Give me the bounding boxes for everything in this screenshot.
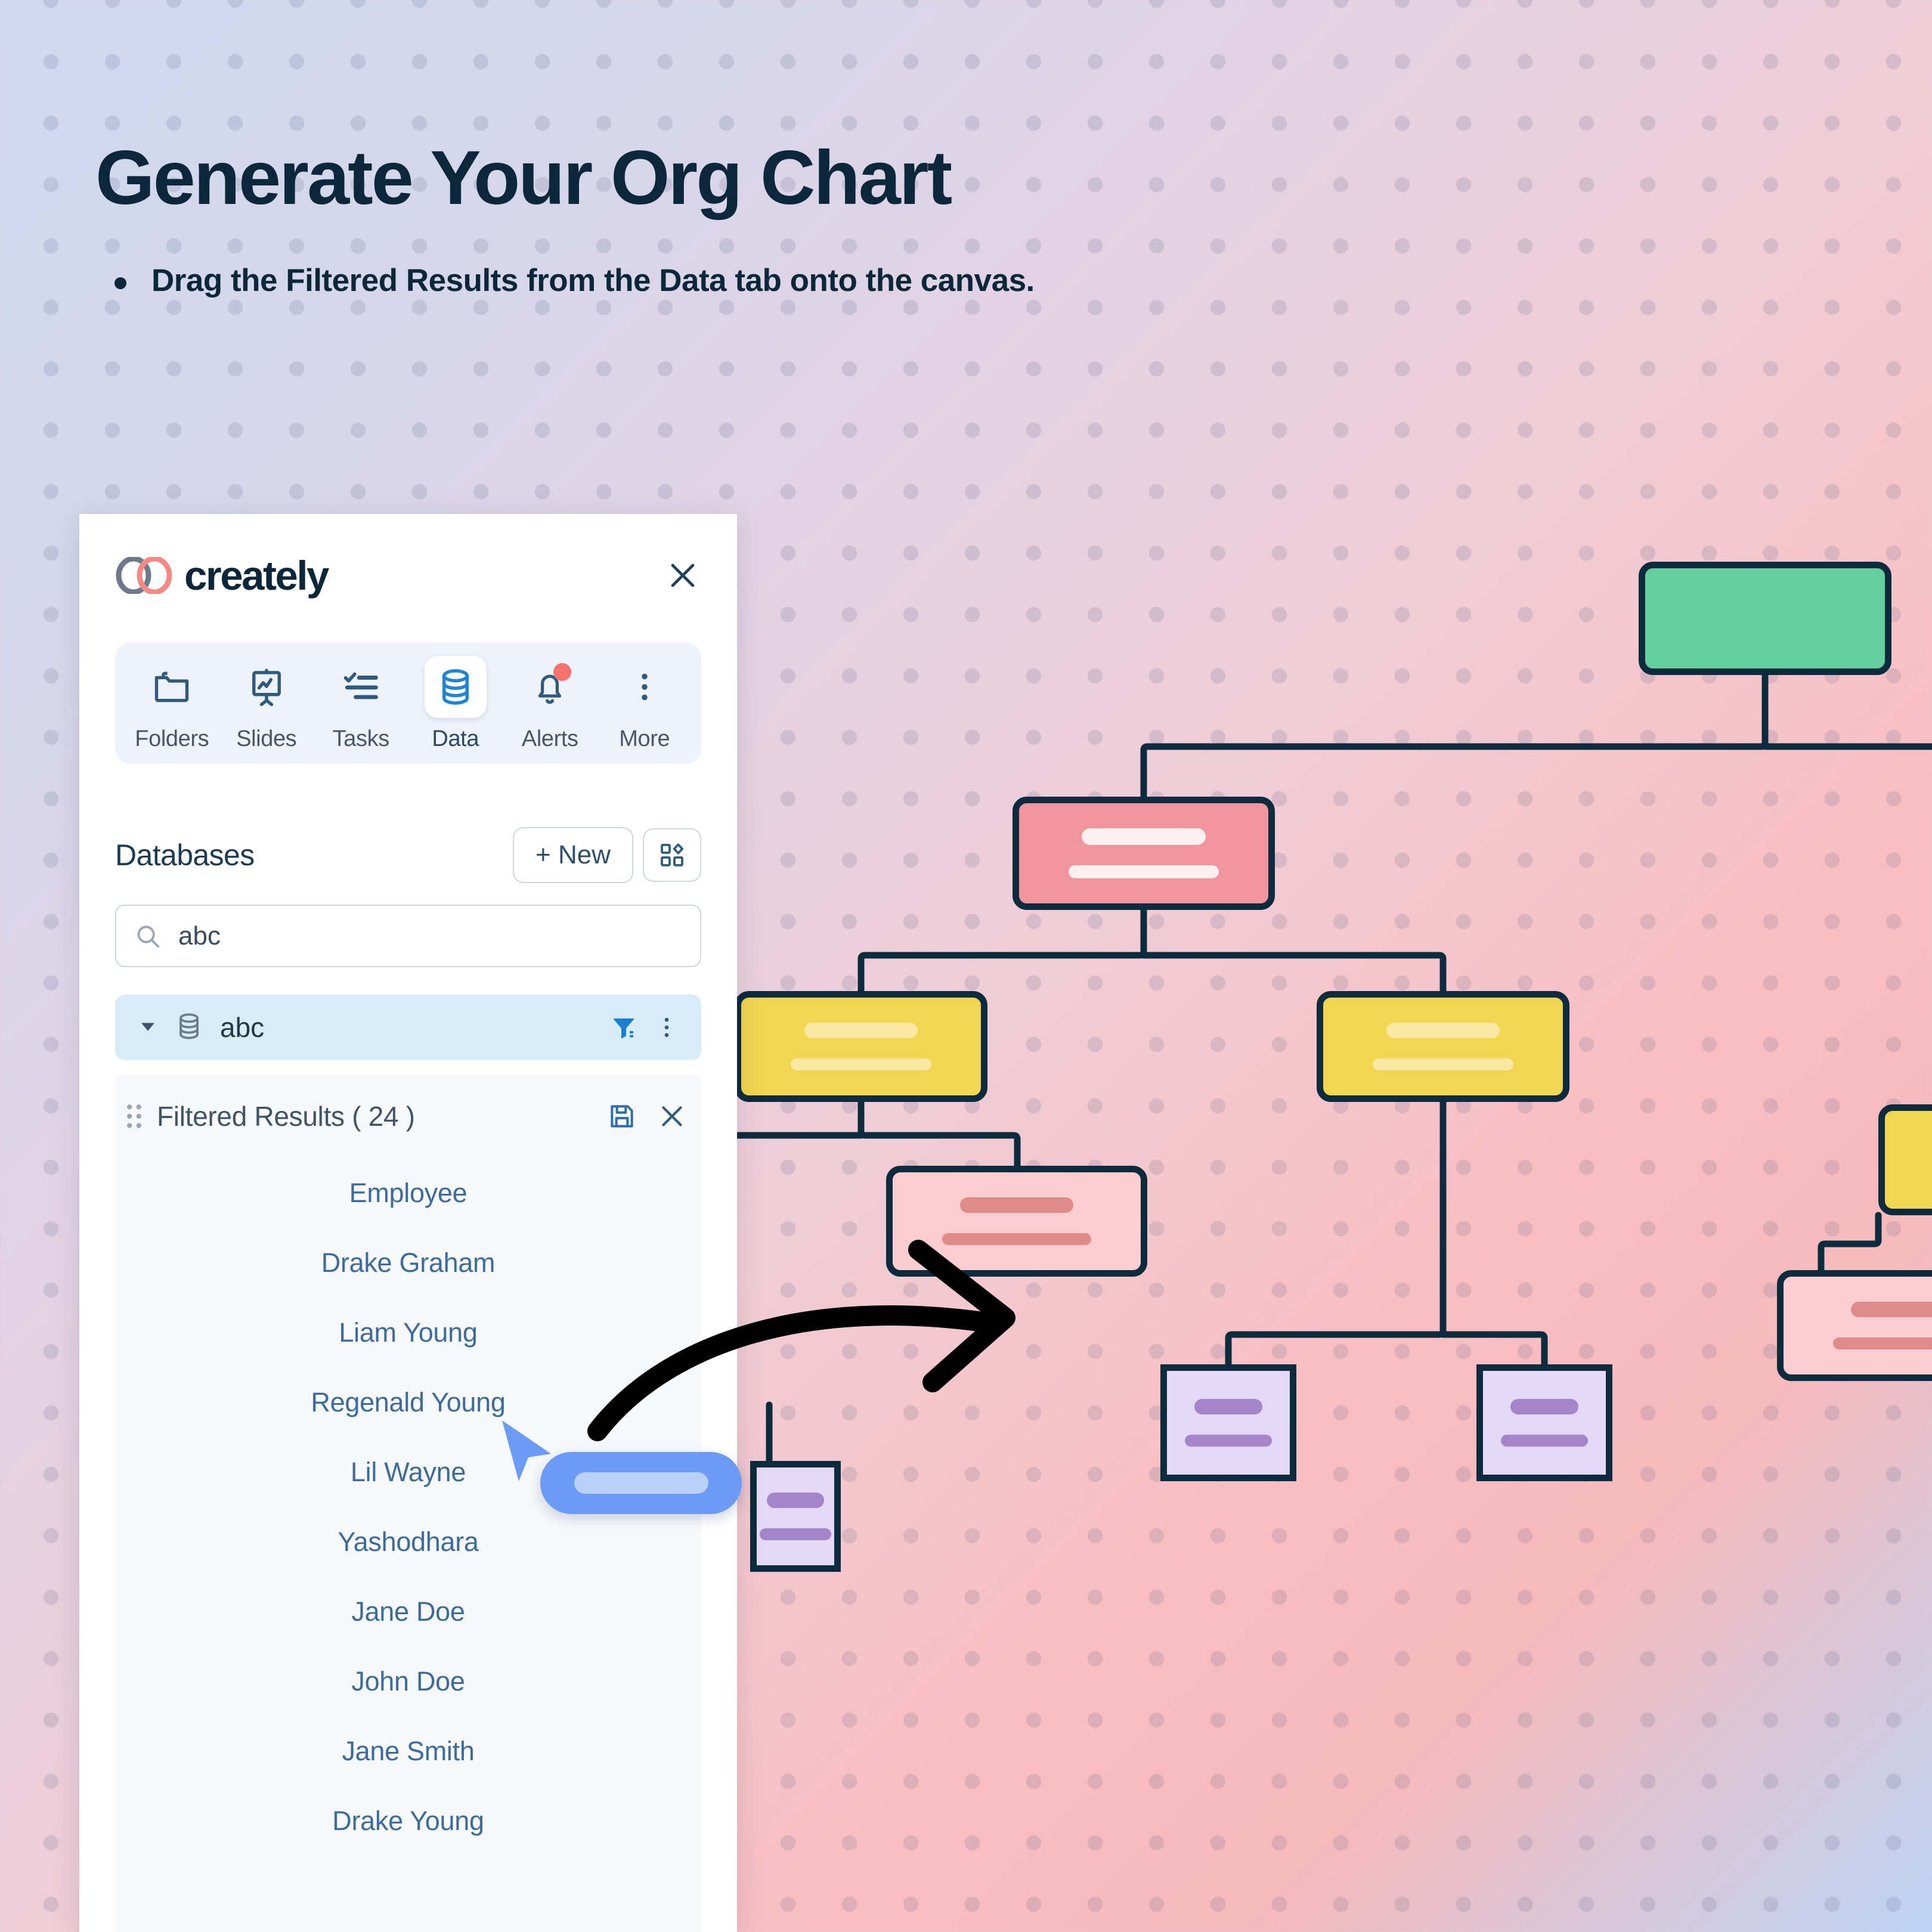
list-item[interactable]: John Doe bbox=[115, 1646, 701, 1716]
node-text-bar bbox=[767, 1493, 824, 1508]
templates-grid-button[interactable] bbox=[643, 828, 701, 882]
list-item[interactable]: Regenald Young bbox=[115, 1367, 701, 1437]
org-node[interactable] bbox=[1777, 1270, 1932, 1381]
filtered-results-list: Employee Drake Graham Liam Young Regenal… bbox=[115, 1158, 701, 1932]
node-text-bar bbox=[960, 1197, 1073, 1213]
search-value: abc bbox=[178, 921, 221, 950]
tab-label: Tasks bbox=[332, 726, 390, 751]
org-node[interactable] bbox=[750, 1461, 841, 1572]
node-text-bar bbox=[1069, 865, 1219, 878]
creately-logo-icon bbox=[116, 557, 172, 594]
tab-label: Slides bbox=[236, 726, 297, 751]
node-text-bar bbox=[1386, 1023, 1500, 1038]
tab-label: Data bbox=[432, 726, 479, 751]
page-title: Generate Your Org Chart bbox=[95, 135, 952, 221]
drag-handle-icon[interactable] bbox=[123, 1101, 145, 1132]
databases-section-header: Databases + New bbox=[115, 827, 701, 883]
filtered-results-panel: Filtered Results ( 24 ) Employee Drake G… bbox=[115, 1075, 701, 1932]
headline-block: Generate Your Org Chart Drag the Filtere… bbox=[95, 138, 1407, 301]
database-list-item[interactable]: abc bbox=[115, 995, 701, 1060]
node-text-bar bbox=[1373, 1058, 1513, 1070]
panel-header: creately bbox=[115, 543, 701, 608]
instruction-text: Drag the Filtered Results from the Data … bbox=[151, 263, 1035, 299]
node-text-bar bbox=[804, 1023, 918, 1038]
tab-alerts[interactable]: Alerts bbox=[503, 656, 597, 752]
tab-folders[interactable]: Folders bbox=[125, 656, 219, 752]
org-node[interactable] bbox=[735, 991, 987, 1102]
list-item[interactable]: Lil Wayne bbox=[115, 1437, 701, 1507]
bell-icon bbox=[519, 656, 581, 718]
search-icon bbox=[137, 925, 160, 948]
panel-top-section: creately Folders Slides Tasks Data Alert… bbox=[79, 514, 737, 1060]
org-node[interactable] bbox=[1160, 1364, 1296, 1481]
databases-actions: + New bbox=[513, 827, 701, 883]
org-node[interactable] bbox=[1476, 1364, 1612, 1481]
tab-more[interactable]: More bbox=[597, 656, 692, 752]
folder-icon bbox=[141, 656, 203, 718]
tab-label: Alerts bbox=[521, 726, 578, 751]
list-item[interactable]: Drake Young bbox=[115, 1786, 701, 1856]
save-disk-icon[interactable] bbox=[607, 1101, 637, 1131]
node-text-bar bbox=[1851, 1302, 1932, 1317]
database-name: abc bbox=[220, 1012, 265, 1043]
list-item[interactable]: Jane Doe bbox=[115, 1577, 701, 1646]
database-icon bbox=[175, 1012, 203, 1044]
filter-icon[interactable] bbox=[609, 1013, 638, 1042]
node-text-bar bbox=[1082, 828, 1206, 845]
instruction-bullet: Drag the Filtered Results from the Data … bbox=[95, 261, 1407, 301]
brand-lockup: creately bbox=[115, 552, 329, 599]
checklist-icon bbox=[330, 656, 392, 718]
brand-name: creately bbox=[184, 552, 329, 599]
org-node-root[interactable] bbox=[1639, 562, 1891, 675]
list-item[interactable]: Jane Smith bbox=[115, 1716, 701, 1786]
search-input[interactable]: abc bbox=[115, 905, 701, 967]
list-item[interactable]: Liam Young bbox=[115, 1298, 701, 1367]
list-item[interactable]: Employee bbox=[115, 1158, 701, 1228]
database-icon bbox=[424, 656, 487, 718]
org-node[interactable] bbox=[1013, 797, 1275, 910]
tab-data[interactable]: Data bbox=[408, 656, 503, 752]
org-node[interactable] bbox=[1317, 991, 1569, 1102]
org-node[interactable] bbox=[1878, 1104, 1932, 1215]
panel-toolbar: Folders Slides Tasks Data Alerts More bbox=[115, 643, 701, 764]
node-text-bar bbox=[1501, 1435, 1588, 1447]
node-text-bar bbox=[1194, 1399, 1262, 1414]
kebab-menu-icon[interactable] bbox=[654, 1014, 680, 1041]
node-text-bar bbox=[760, 1528, 831, 1540]
kebab-menu-icon bbox=[614, 656, 676, 718]
tab-slides[interactable]: Slides bbox=[219, 656, 314, 752]
caret-down-icon[interactable] bbox=[137, 1015, 159, 1041]
tab-tasks[interactable]: Tasks bbox=[314, 656, 408, 752]
org-node[interactable] bbox=[886, 1166, 1147, 1277]
tab-label: More bbox=[619, 726, 670, 751]
list-item[interactable]: Drake Graham bbox=[115, 1228, 701, 1298]
filtered-results-title: Filtered Results ( 24 ) bbox=[157, 1101, 415, 1132]
tab-label: Folders bbox=[135, 726, 209, 751]
node-text-bar bbox=[1510, 1399, 1578, 1414]
presentation-chart-icon bbox=[236, 656, 298, 718]
creately-side-panel: creately Folders Slides Tasks Data Alert… bbox=[79, 514, 737, 1932]
bullet-dot-icon bbox=[114, 277, 126, 290]
list-item[interactable]: Yashodhara bbox=[115, 1507, 701, 1577]
close-icon[interactable] bbox=[657, 1101, 687, 1131]
databases-title: Databases bbox=[115, 838, 255, 872]
node-text-bar bbox=[1833, 1337, 1932, 1349]
filtered-results-header[interactable]: Filtered Results ( 24 ) bbox=[115, 1075, 701, 1158]
node-text-bar bbox=[942, 1233, 1091, 1245]
node-text-bar bbox=[1185, 1435, 1272, 1447]
new-database-button[interactable]: + New bbox=[513, 827, 633, 883]
node-text-bar bbox=[791, 1058, 931, 1070]
close-icon[interactable] bbox=[664, 557, 701, 594]
